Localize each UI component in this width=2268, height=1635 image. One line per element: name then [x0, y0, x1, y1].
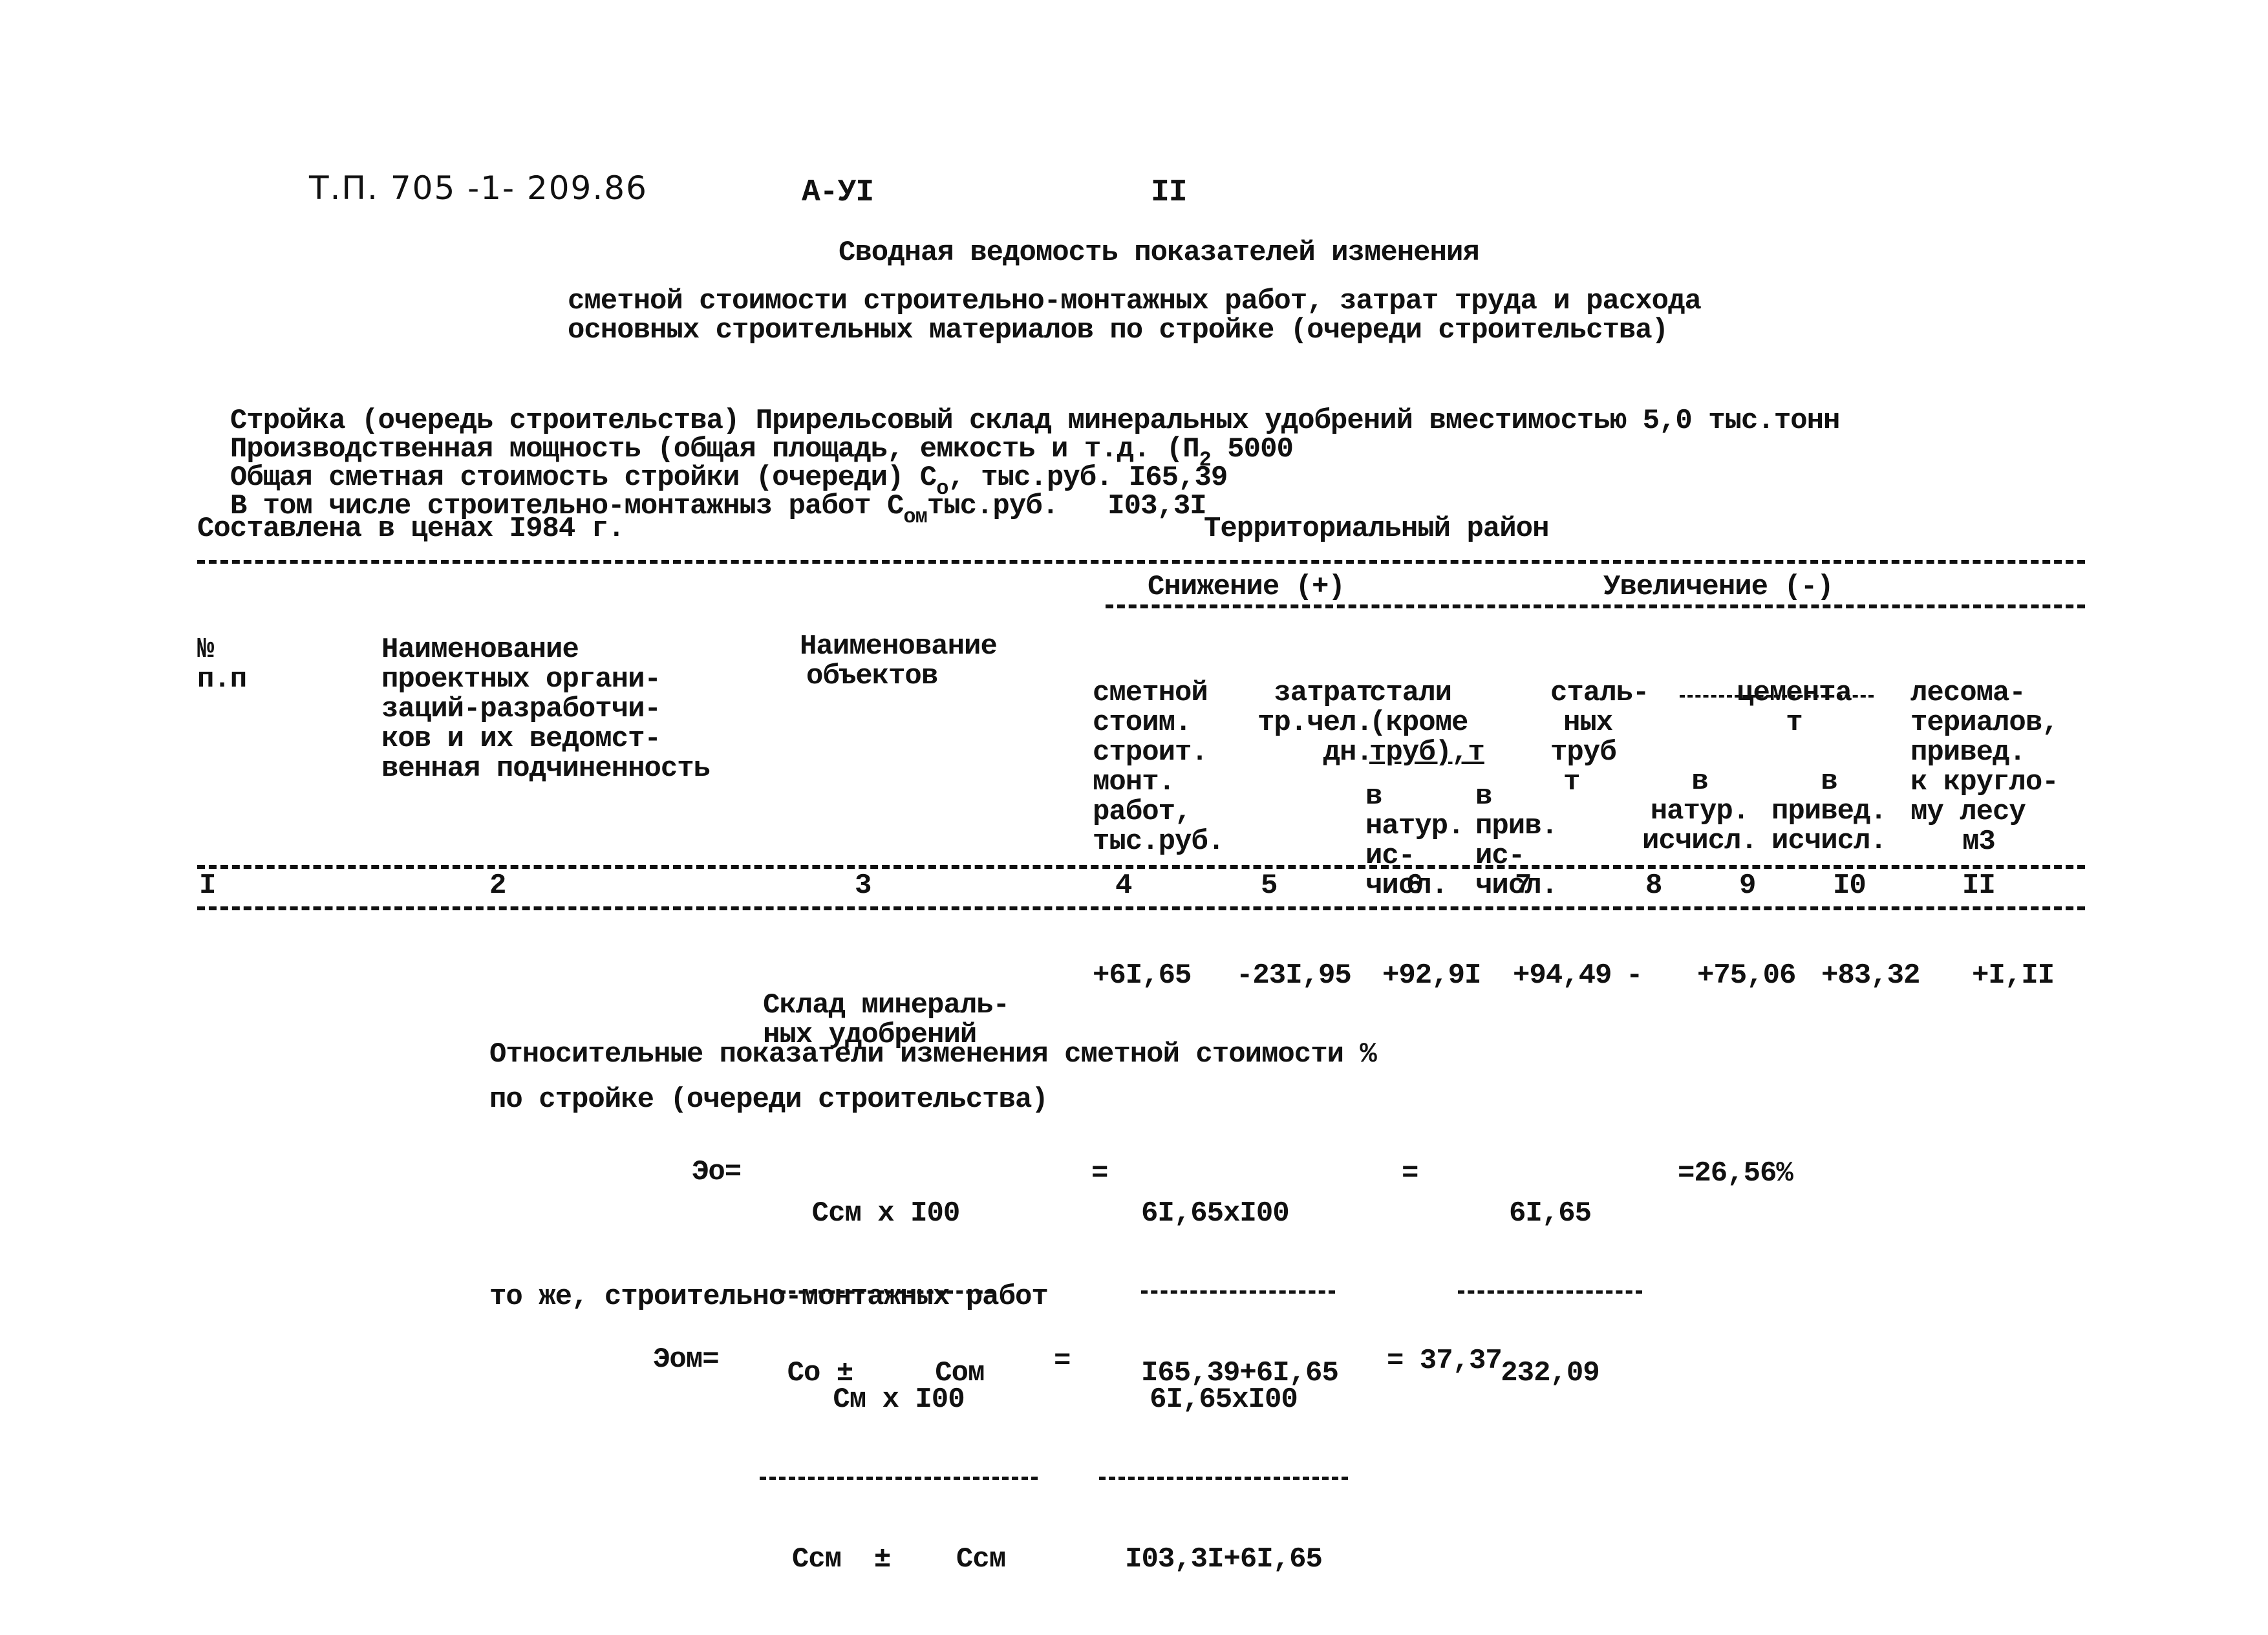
cell-col11: +I,II [1972, 959, 2055, 992]
document-title: Сводная ведомость показателей изменения [839, 237, 1480, 269]
column-number: 5 [1261, 870, 1278, 902]
header-org: Наименование проектных органи-заций-разра… [381, 634, 711, 785]
cement-rule [1680, 695, 1874, 698]
header-objects: Наименование объектов [800, 630, 998, 692]
header-col10: в привед. исчисл. [1771, 765, 1887, 857]
cell-col5: -23I,95 [1236, 959, 1352, 992]
cell-col10: +83,32 [1821, 959, 1920, 992]
formula2-equals: = [1054, 1345, 1071, 1377]
row-object-name: Склад минераль-ных удобрений [763, 989, 1010, 1051]
document-subtitle-line1: сметной стоимости строительно-монтажных … [568, 285, 1702, 317]
formula1-equals: = [1091, 1157, 1108, 1190]
cell-col4: +6I,65 [1093, 959, 1192, 992]
cell-col7: +94,49 [1513, 959, 1612, 992]
relative-subtitle: по стройке (очереди строительства) [489, 1084, 1049, 1116]
formula1-fraction3: 6I,65 232,09 [1458, 1139, 1642, 1448]
prices-label: Составлена в ценах I984 г. [197, 513, 625, 545]
cell-col6: +92,9I [1382, 959, 1481, 992]
header-col9: в натур. исчисл. [1642, 765, 1758, 857]
smr-cost-subscript: ом [903, 505, 927, 529]
smr-cost-value: I03,3I [1107, 490, 1206, 522]
smr-cost-symbol: С [887, 490, 904, 522]
column-number: 6 [1406, 870, 1423, 902]
page-number: II [1151, 175, 1188, 210]
album-code: А-УI [802, 175, 874, 210]
header-col11: лесома-териалов, привед. к кругло-му лесу м… [1910, 677, 2059, 858]
smr-cost-unit: тыс.руб. [926, 490, 1059, 522]
document-subtitle-line2: основных строительных материалов по стро… [568, 314, 1669, 347]
column-number: 8 [1645, 870, 1662, 902]
column-number: II [1962, 870, 1996, 902]
column-number: 3 [855, 870, 872, 902]
formula1-result: =26,56% [1678, 1157, 1793, 1190]
formula2-fraction1: См х I00 Ссм ± Ссм [760, 1325, 1038, 1634]
cell-col8: - [1626, 959, 1643, 992]
relative-title: Относительные показатели изменения сметн… [489, 1038, 1377, 1071]
header-col4: сметной стоим. строит. монт. работ, тыс.руб. [1093, 677, 1225, 858]
header-col5: затрат тр.чел. дн. [1257, 677, 1373, 769]
group-header-rule [1106, 604, 2085, 608]
column-number: 7 [1515, 870, 1532, 902]
column-numbers-bottom-rule [197, 906, 2085, 910]
formula2-lhs: Эом= [653, 1343, 720, 1376]
header-increase: Увеличение (-) [1603, 571, 1834, 603]
column-number: I0 [1833, 870, 1867, 902]
header-num: № п.п [197, 634, 247, 696]
cell-col9: +75,06 [1697, 959, 1796, 992]
capacity-value: 5000 [1227, 433, 1294, 465]
region-label: Территориальный район [1204, 513, 1549, 545]
formula2-fraction2: 6I,65хI00 I03,3I+6I,65 [1099, 1325, 1348, 1634]
formula2-result: = 37,37 [1387, 1345, 1503, 1377]
header-decrease: Снижение (+) [1148, 571, 1345, 603]
column-number: 9 [1739, 870, 1756, 902]
column-numbers-top-rule [197, 865, 2085, 869]
column-number: I [199, 870, 216, 902]
formula1-equals2: = [1402, 1157, 1418, 1190]
doc-code: Т.П. 705 -1- 209.86 [309, 169, 648, 207]
header-col8: сталь-ных труб т [1550, 677, 1649, 798]
column-number: 2 [489, 870, 506, 902]
table-top-rule [197, 560, 2085, 564]
formula1-lhs: Эо= [692, 1156, 742, 1188]
column-number: 4 [1115, 870, 1132, 902]
relative-smr-label: то же, строительно-монтажных работ [489, 1281, 1049, 1313]
